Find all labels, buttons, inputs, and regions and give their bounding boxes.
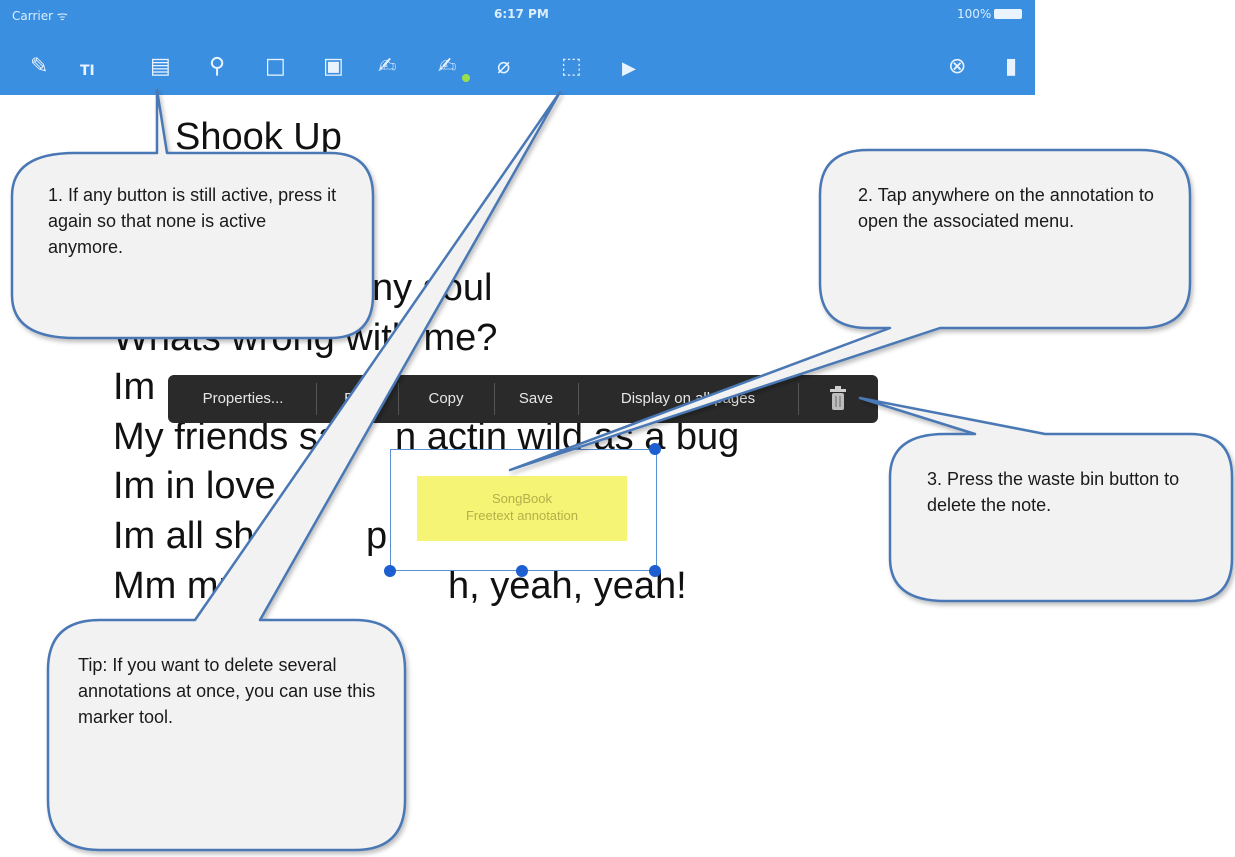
- callout-1-text: 1. If any button is still active, press …: [48, 185, 337, 257]
- callout-2-text: 2. Tap anywhere on the annotation to ope…: [858, 185, 1154, 231]
- callout-3-text: 3. Press the waste bin button to delete …: [927, 469, 1180, 515]
- callout-tip-text: Tip: If you want to delete several annot…: [78, 655, 376, 727]
